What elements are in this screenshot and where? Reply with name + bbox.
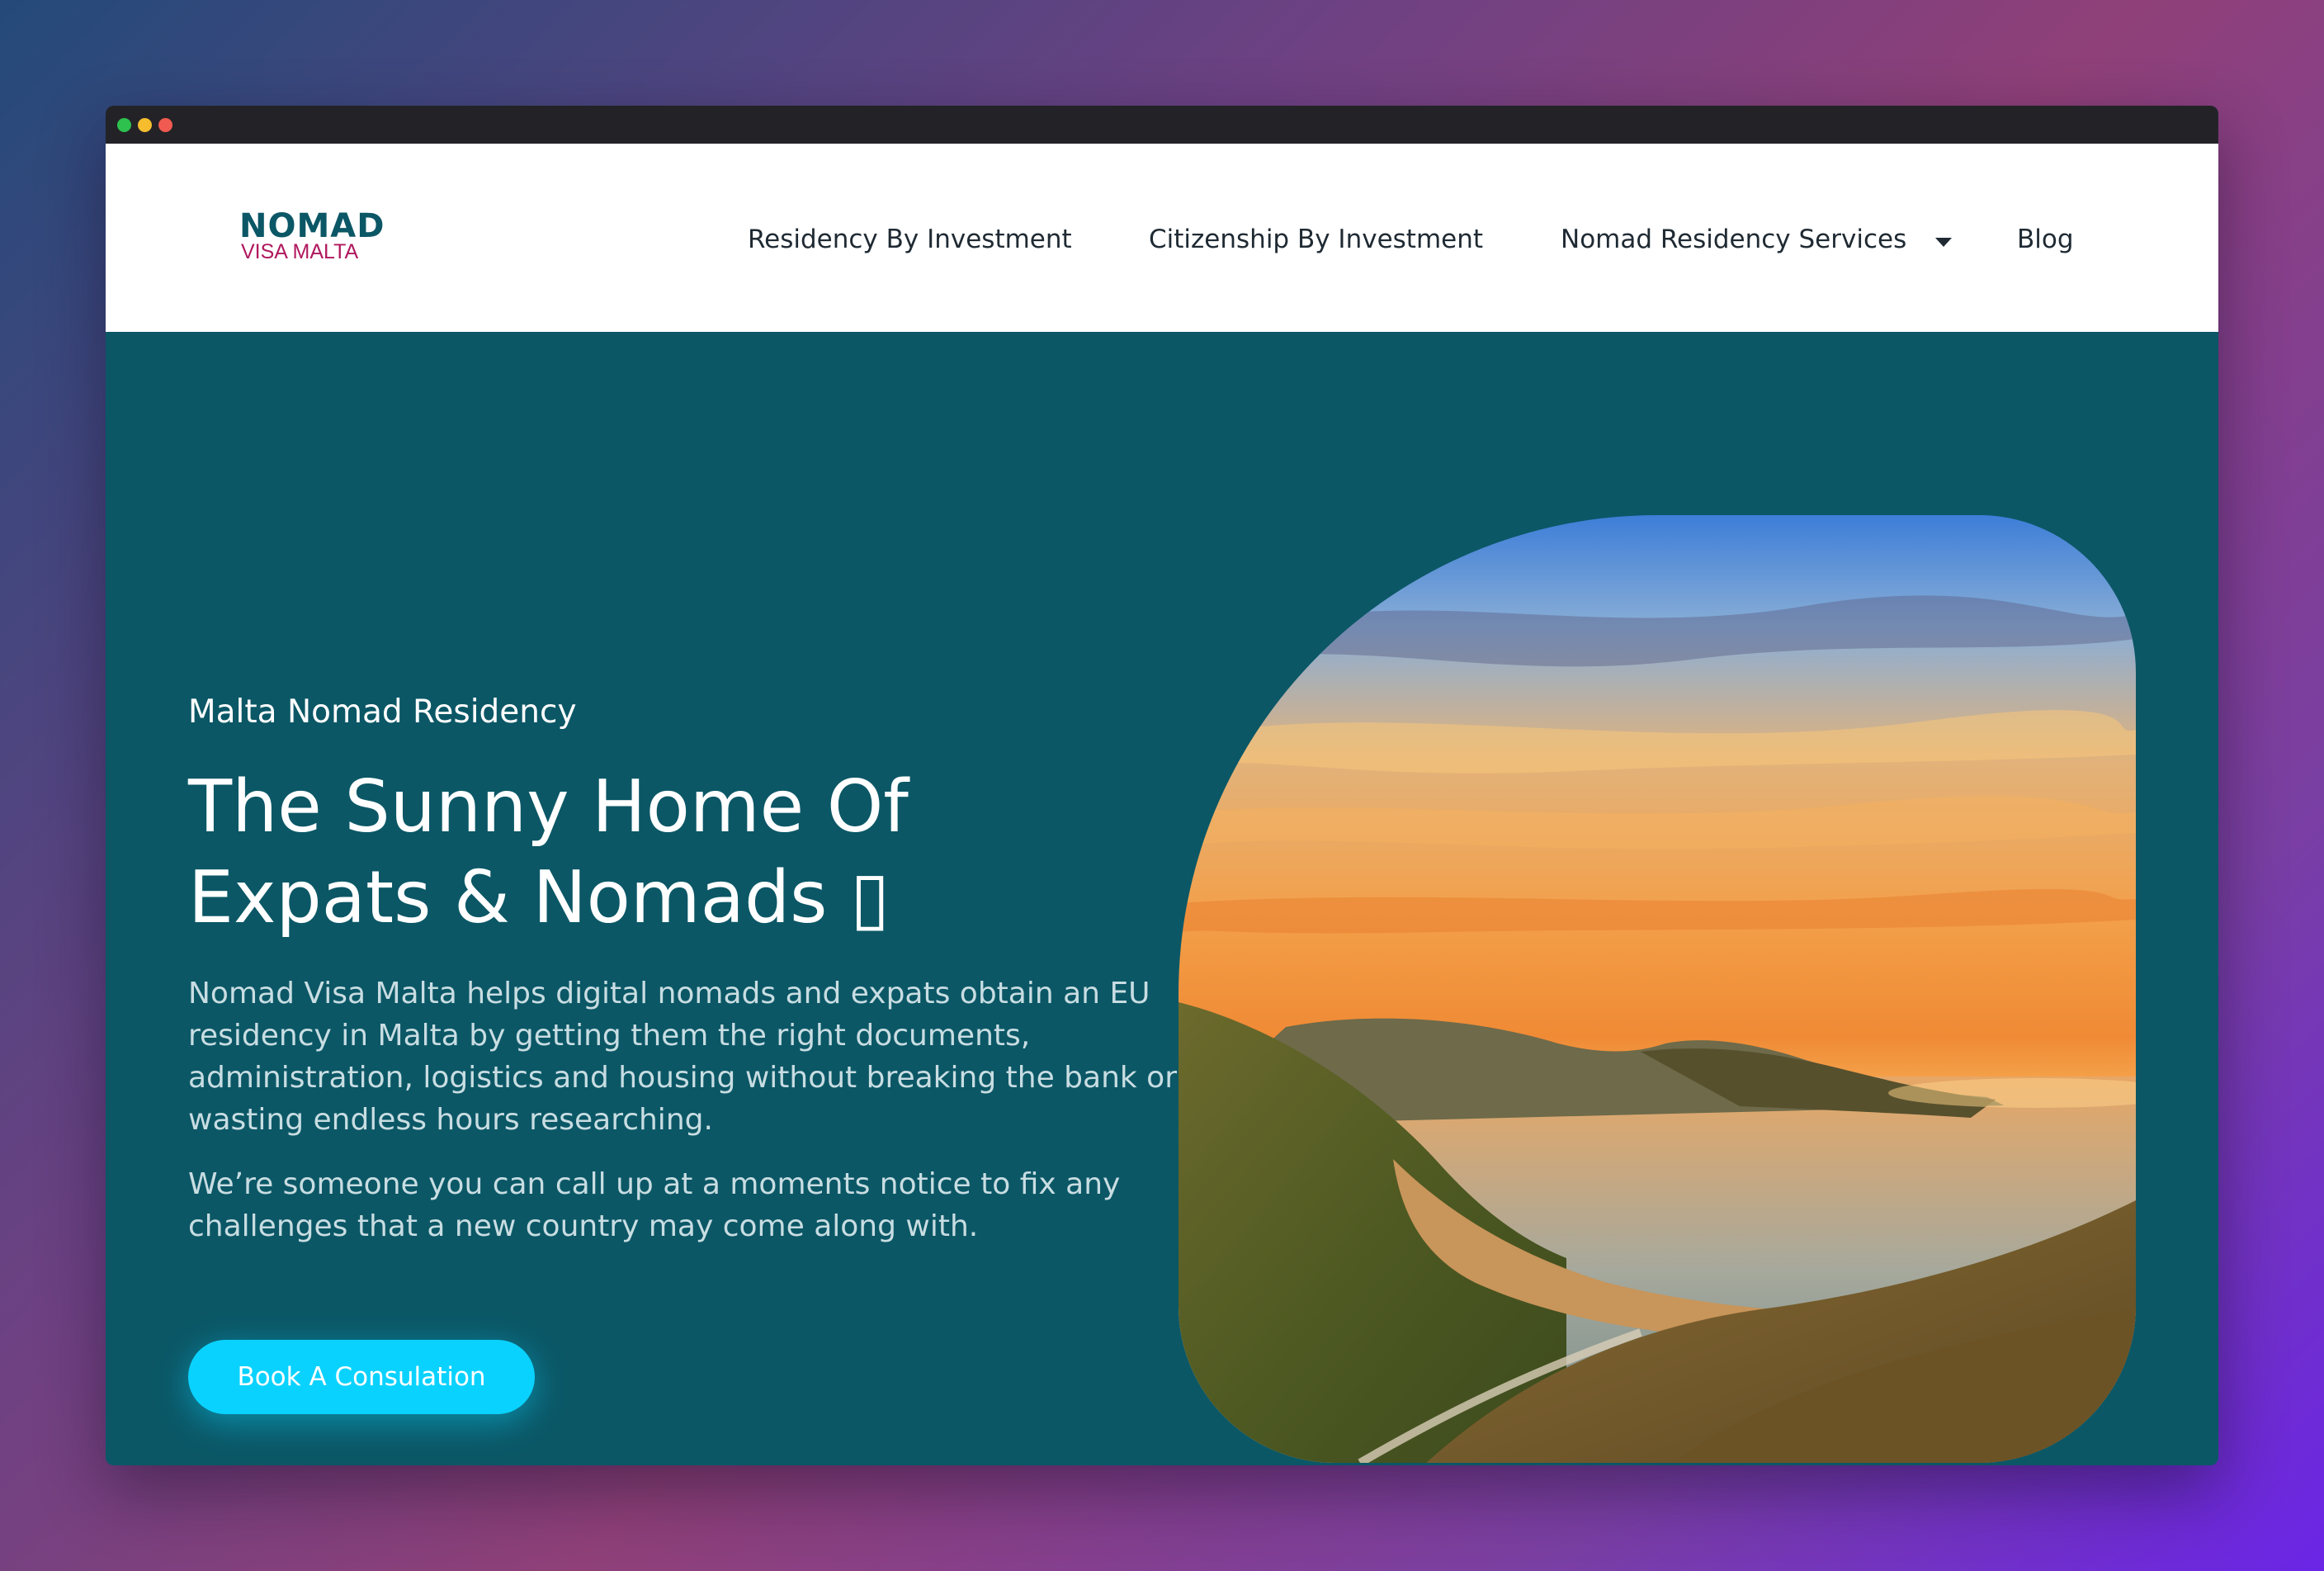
logo-subtitle: VISA MALTA <box>241 240 359 263</box>
nav-link-nomad-residency-services[interactable]: Nomad Residency Services <box>1561 223 1906 256</box>
window-close-button[interactable] <box>158 118 172 132</box>
browser-window: NOMAD VISA MALTA Residency By Investment… <box>106 106 2218 1465</box>
window-titlebar <box>106 106 2218 144</box>
hero-headline: The Sunny Home Of Expats & Nomads ▯ <box>188 761 1013 943</box>
nav-link-blog[interactable]: Blog <box>2017 223 2074 256</box>
caret-down-icon[interactable] <box>1935 238 1952 247</box>
window-maximize-button[interactable] <box>117 118 131 132</box>
site-header: NOMAD VISA MALTA Residency By Investment… <box>106 144 2218 332</box>
window-minimize-button[interactable] <box>138 118 152 132</box>
hero-section: Malta Nomad Residency The Sunny Home Of … <box>106 332 2218 1465</box>
logo-wordmark: NOMAD <box>239 207 385 245</box>
hero-image-malta-sunset-bay <box>1179 515 2136 1463</box>
site-logo[interactable]: NOMAD VISA MALTA <box>239 210 384 267</box>
hero-description-secondary: We’re someone you can call up at a momen… <box>188 1167 1121 1243</box>
nav-link-citizenship-by-investment[interactable]: Citizenship By Investment <box>1149 223 1483 256</box>
hero-headline-line1: The Sunny Home Of <box>188 764 909 849</box>
nav-link-residency-by-investment[interactable]: Residency By Investment <box>748 223 1072 256</box>
book-consultation-button[interactable]: Book A Consulation <box>188 1340 535 1414</box>
hero-headline-line2: Expats & Nomads ▯ <box>188 855 890 939</box>
hero-description: Nomad Visa Malta helps digital nomads an… <box>188 977 1178 1137</box>
hero-eyebrow: Malta Nomad Residency <box>188 693 577 731</box>
hero-photo-illustration <box>1179 515 2136 1463</box>
